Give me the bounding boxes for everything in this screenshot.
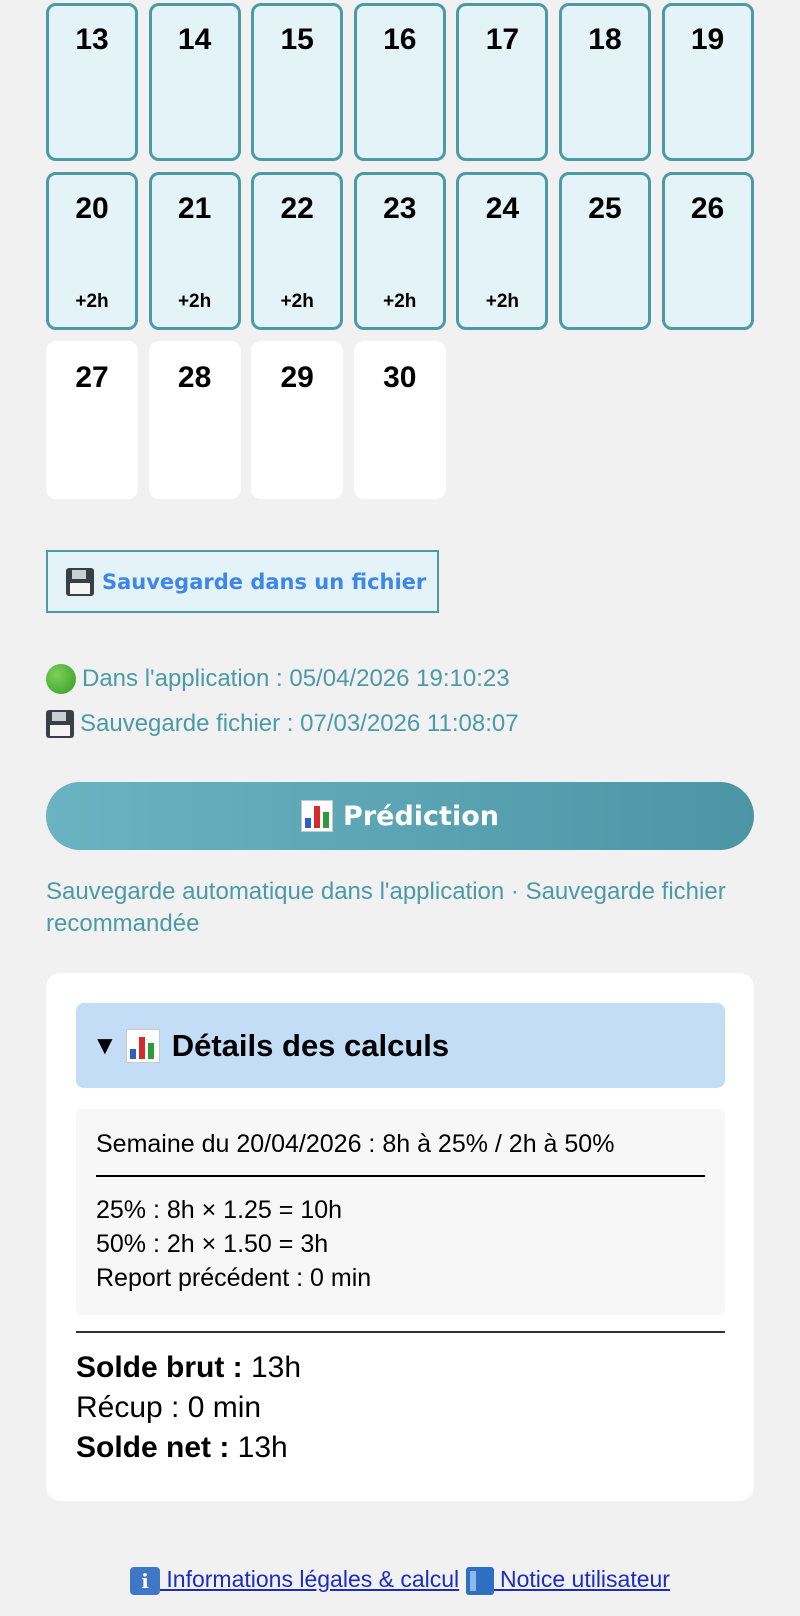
- legal-info-link-label: Informations légales & calcul: [160, 1566, 460, 1592]
- week-calc-box: Semaine du 20/04/2026 : 8h à 25% / 2h à …: [76, 1109, 725, 1315]
- file-save-status: Sauvegarde fichier : 07/03/2026 11:08:07: [46, 710, 519, 738]
- calc-details-title: Détails des calculs: [171, 1027, 450, 1063]
- calendar-day-27[interactable]: 27: [46, 341, 138, 499]
- day-number: 20: [75, 192, 109, 225]
- day-number: 22: [280, 192, 314, 225]
- solde-net-value: 13h: [229, 1431, 288, 1464]
- calendar-day-29[interactable]: 29: [251, 341, 344, 499]
- day-number: 30: [383, 361, 417, 394]
- day-number: 24: [485, 192, 520, 225]
- overtime-badge: +2h: [177, 291, 212, 312]
- calendar-day-28[interactable]: 28: [148, 341, 241, 499]
- day-number: 25: [588, 192, 622, 225]
- floppy-disk-icon: [46, 710, 74, 738]
- calendar-day-23[interactable]: 23 +2h: [353, 172, 446, 330]
- solde-brut-label: Solde brut :: [76, 1351, 243, 1384]
- day-number: 13: [75, 23, 109, 56]
- bar-chart-icon: [301, 800, 334, 832]
- calendar-day-20[interactable]: 20 +2h: [46, 172, 138, 330]
- legal-info-link[interactable]: i Informations légales & calcul: [130, 1566, 460, 1595]
- calendar-day-14[interactable]: 14: [148, 3, 241, 161]
- calendar-day-24[interactable]: 24 +2h: [456, 172, 549, 330]
- day-number: 29: [280, 361, 314, 394]
- save-file-button-label: Sauvegarde dans un fichier: [102, 569, 427, 594]
- solde-net-label: Solde net :: [76, 1431, 230, 1464]
- app-save-status: Dans l'application : 05/04/2026 19:10:23: [46, 664, 510, 694]
- prediction-button-label: Prédiction: [343, 800, 499, 832]
- calendar-day-18[interactable]: 18: [558, 3, 651, 161]
- prediction-button[interactable]: Prédiction: [46, 782, 754, 850]
- week-line: Semaine du 20/04/2026 : 8h à 25% / 2h à …: [96, 1130, 615, 1158]
- day-number: 21: [177, 192, 212, 225]
- green-circle-icon: [46, 664, 76, 694]
- day-number: 17: [485, 23, 520, 56]
- overtime-badge: +2h: [280, 291, 314, 312]
- calendar-day-17[interactable]: 17: [456, 3, 549, 161]
- overtime-badge: +2h: [485, 291, 520, 312]
- user-notice-link-label: Notice utilisateur: [493, 1566, 670, 1592]
- solde-brut-value: 13h: [242, 1351, 302, 1384]
- calc-line: 50% : 2h × 1.50 = 3h: [96, 1230, 329, 1258]
- book-icon: [465, 1566, 494, 1595]
- recup-row: Récup : 0 min: [76, 1391, 262, 1424]
- solde-net-row: Solde net : 13h: [76, 1428, 301, 1468]
- file-save-status-text: Sauvegarde fichier : 07/03/2026 11:08:07: [80, 710, 519, 737]
- calendar-day-15[interactable]: 15: [251, 3, 344, 161]
- day-number: 16: [383, 23, 417, 56]
- divider: [76, 1331, 725, 1333]
- overtime-badge: +2h: [75, 291, 109, 312]
- calc-details-card: ▼ Détails des calculs Semaine du 20/04/2…: [46, 973, 754, 1501]
- footer: i Informations légales & calcul Notice u…: [0, 1566, 800, 1595]
- divider: [96, 1175, 705, 1177]
- day-number: 27: [75, 361, 109, 394]
- calendar-day-21[interactable]: 21 +2h: [148, 172, 241, 330]
- day-number: 23: [383, 192, 417, 225]
- floppy-disk-icon: [66, 567, 94, 596]
- calendar-day-13[interactable]: 13: [46, 3, 138, 161]
- calendar-day-26[interactable]: 26: [661, 172, 754, 330]
- save-file-button[interactable]: Sauvegarde dans un fichier: [46, 550, 439, 613]
- day-number: 14: [177, 23, 212, 56]
- calendar-day-25[interactable]: 25: [558, 172, 651, 330]
- day-number: 19: [690, 23, 725, 56]
- day-number: 15: [280, 23, 314, 56]
- totals: Solde brut : 13h Récup : 0 min Solde net…: [76, 1348, 301, 1468]
- triangle-down-icon: ▼: [92, 1030, 118, 1060]
- auto-save-note: Sauvegarde automatique dans l'applicatio…: [46, 878, 726, 937]
- calendar-day-19[interactable]: 19: [661, 3, 754, 161]
- calendar-grid: 13 14 15 16 17 18 19 20 +2h 21 +2h 22 +2h 23 +2h 24 +2h 2…: [46, 3, 754, 499]
- calendar-day-16[interactable]: 16: [353, 3, 446, 161]
- calendar-day-22[interactable]: 22 +2h: [251, 172, 344, 330]
- calc-details-toggle[interactable]: ▼ Détails des calculs: [76, 1003, 725, 1088]
- calendar-day-30[interactable]: 30: [353, 341, 446, 499]
- day-number: 18: [588, 23, 622, 56]
- overtime-badge: +2h: [383, 291, 417, 312]
- app-save-status-text: Dans l'application : 05/04/2026 19:10:23: [82, 665, 510, 692]
- bar-chart-icon: [125, 1028, 160, 1063]
- page: 13 14 15 16 17 18 19 20 +2h 21 +2h 22 +2h 23 +2h 24 +2h 2…: [0, 0, 800, 1616]
- calc-line: 25% : 8h × 1.25 = 10h: [96, 1196, 343, 1224]
- calc-line: Report précédent : 0 min: [96, 1264, 372, 1292]
- day-number: 26: [690, 192, 725, 225]
- user-notice-link[interactable]: Notice utilisateur: [465, 1566, 670, 1595]
- solde-brut-row: Solde brut : 13h: [76, 1348, 301, 1388]
- info-icon: i: [130, 1566, 161, 1595]
- day-number: 28: [177, 361, 212, 394]
